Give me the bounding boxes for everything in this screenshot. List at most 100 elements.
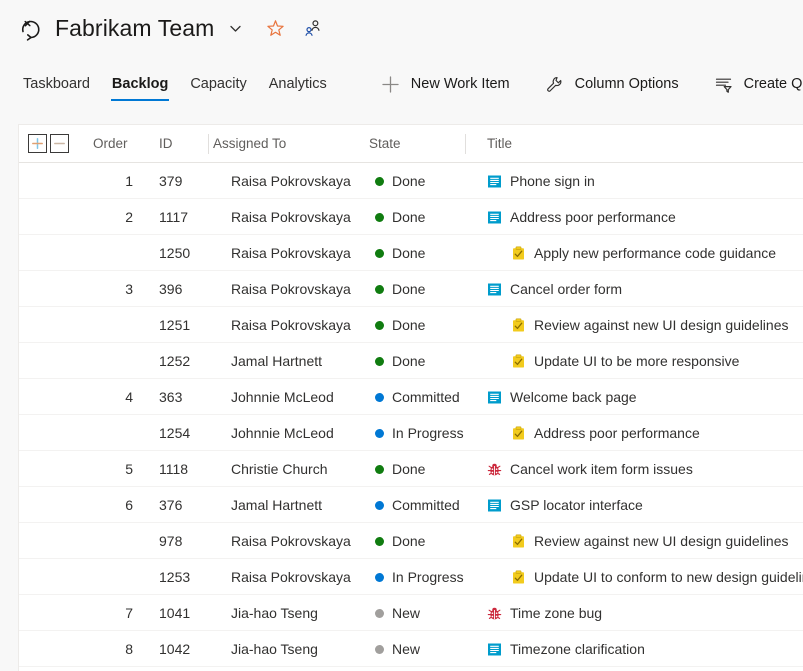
- column-separator: [208, 134, 209, 154]
- column-header-id[interactable]: ID: [159, 136, 173, 151]
- collapse-all-button[interactable]: [50, 134, 69, 153]
- state-dot: [375, 212, 384, 222]
- table-row[interactable]: 2 1117 Raisa Pokrovskaya Done Address poor p…: [19, 199, 803, 235]
- work-item-link[interactable]: Apply new performance code guidance: [487, 245, 776, 261]
- chevron-down-icon[interactable]: [224, 18, 246, 40]
- work-item-link[interactable]: Phone sign in: [487, 173, 595, 189]
- work-item-title: Phone sign in: [510, 173, 595, 189]
- table-row[interactable]: 1254 Johnnie McLeod In Progress Address poo…: [19, 415, 803, 451]
- work-item-link[interactable]: Update UI to be more responsive: [487, 353, 739, 369]
- cell-assigned-to: Johnnie McLeod: [231, 389, 334, 405]
- cell-id: 978: [159, 533, 183, 549]
- work-item-title: Review against new UI design guidelines: [534, 533, 789, 549]
- work-item-title: GSP locator interface: [510, 497, 643, 513]
- column-header-title[interactable]: Title: [487, 136, 512, 151]
- cell-assigned-to: Christie Church: [231, 461, 328, 477]
- state-label: Done: [392, 173, 426, 189]
- cell-assigned-to: Raisa Pokrovskaya: [231, 173, 351, 189]
- state-label: In Progress: [392, 425, 464, 441]
- work-item-link[interactable]: Review against new UI design guidelines: [487, 533, 788, 549]
- work-item-link[interactable]: Timezone clarification: [487, 641, 645, 657]
- column-options-button[interactable]: Column Options: [533, 67, 691, 101]
- work-item-link[interactable]: Cancel order form: [487, 281, 622, 297]
- backlog-grid: Order ID Assigned To State Title 1 379 Rai…: [18, 124, 803, 671]
- command-label: Column Options: [574, 76, 679, 92]
- table-row[interactable]: 978 Raisa Pokrovskaya Done Review against n…: [19, 523, 803, 559]
- command-label: New Work Item: [410, 76, 510, 92]
- task-icon: [511, 245, 526, 261]
- cell-order: [93, 307, 133, 343]
- state-label: Done: [392, 317, 426, 333]
- column-header-order[interactable]: Order: [93, 136, 128, 151]
- backlog-board-icon: [18, 16, 44, 42]
- table-row[interactable]: 8 1042 Jia-hao Tseng New Timezone clarificat…: [19, 631, 803, 667]
- state-label: Done: [392, 281, 426, 297]
- task-icon: [511, 533, 526, 549]
- table-row[interactable]: 4 363 Johnnie McLeod Committed Welcome back …: [19, 379, 803, 415]
- cell-order: [93, 523, 133, 559]
- team-members-icon[interactable]: [301, 18, 323, 40]
- state-label: New: [392, 605, 421, 621]
- command-label: Create Query: [743, 76, 803, 92]
- tab-capacity[interactable]: Capacity: [179, 57, 257, 111]
- work-item-link[interactable]: Welcome back page: [487, 389, 637, 405]
- cell-state: Done: [375, 271, 425, 307]
- tab-label: Capacity: [190, 76, 247, 92]
- state-dot: [375, 536, 384, 546]
- tab-taskboard[interactable]: Taskboard: [12, 57, 101, 111]
- cell-state: Done: [375, 343, 425, 379]
- create-query-button[interactable]: Create Query: [702, 67, 803, 101]
- work-item-link[interactable]: Address poor performance: [487, 425, 700, 441]
- work-item-title: Update UI to be more responsive: [534, 353, 740, 369]
- state-label: Done: [392, 209, 426, 225]
- cell-state: Done: [375, 451, 425, 487]
- table-row[interactable]: 6 376 Jamal Hartnett Committed GSP locator i…: [19, 487, 803, 523]
- cell-title: Welcome back page: [487, 379, 803, 415]
- table-row[interactable]: 1252 Jamal Hartnett Done Update UI to be mo…: [19, 343, 803, 379]
- work-item-link[interactable]: Cancel work item form issues: [487, 461, 693, 477]
- cell-state: New: [375, 631, 420, 667]
- cell-assigned-to: Raisa Pokrovskaya: [231, 209, 351, 225]
- table-row[interactable]: 3 396 Raisa Pokrovskaya Done Cancel order fo…: [19, 271, 803, 307]
- column-header-assigned-to[interactable]: Assigned To: [213, 136, 286, 151]
- work-item-link[interactable]: Review against new UI design guidelines: [487, 317, 788, 333]
- work-item-link[interactable]: Update UI to conform to new design guide…: [487, 569, 803, 585]
- state-dot: [375, 644, 384, 654]
- expand-all-button[interactable]: [28, 134, 47, 153]
- cell-order: [93, 343, 133, 379]
- table-row[interactable]: 1250 Raisa Pokrovskaya Done Apply new perfo…: [19, 235, 803, 271]
- cell-assigned-to: Raisa Pokrovskaya: [231, 245, 351, 261]
- work-item-link[interactable]: GSP locator interface: [487, 497, 643, 513]
- star-icon[interactable]: [264, 18, 286, 40]
- work-item-link[interactable]: Time zone bug: [487, 605, 602, 621]
- tab-backlog[interactable]: Backlog: [101, 57, 179, 111]
- table-row[interactable]: 7 1041 Jia-hao Tseng New Time zone bug: [19, 595, 803, 631]
- pivot-tabs: Taskboard Backlog Capacity Analytics: [12, 57, 338, 111]
- new-work-item-button[interactable]: New Work Item: [369, 67, 522, 101]
- state-label: In Progress: [392, 569, 464, 585]
- column-header-state[interactable]: State: [369, 136, 401, 151]
- work-item-link[interactable]: Address poor performance: [487, 209, 676, 225]
- cell-title: Cancel work item form issues: [487, 451, 803, 487]
- state-dot: [375, 284, 384, 294]
- column-separator: [465, 134, 466, 154]
- backlog-page: Fabrikam Team Taskboard Backlog Capacity…: [0, 0, 803, 671]
- cell-state: Done: [375, 523, 425, 559]
- table-row[interactable]: 1253 Raisa Pokrovskaya In Progress Update U…: [19, 559, 803, 595]
- product-backlog-item-icon: [487, 390, 502, 405]
- state-label: Done: [392, 533, 426, 549]
- cell-order: 3: [125, 281, 133, 297]
- state-dot: [375, 572, 384, 582]
- wrench-icon: [545, 74, 565, 94]
- table-row[interactable]: 1 379 Raisa Pokrovskaya Done Phone sign in: [19, 163, 803, 199]
- cell-order: 4: [125, 389, 133, 405]
- tab-analytics[interactable]: Analytics: [258, 57, 338, 111]
- table-row[interactable]: 1251 Raisa Pokrovskaya Done Review against …: [19, 307, 803, 343]
- state-dot: [375, 356, 384, 366]
- cell-title: Time zone bug: [487, 595, 803, 631]
- state-label: Committed: [392, 497, 460, 513]
- table-row[interactable]: 5 1118 Christie Church Done Cancel work item…: [19, 451, 803, 487]
- cell-id: 1251: [159, 317, 191, 333]
- tab-label: Analytics: [268, 76, 327, 92]
- state-label: New: [392, 641, 421, 657]
